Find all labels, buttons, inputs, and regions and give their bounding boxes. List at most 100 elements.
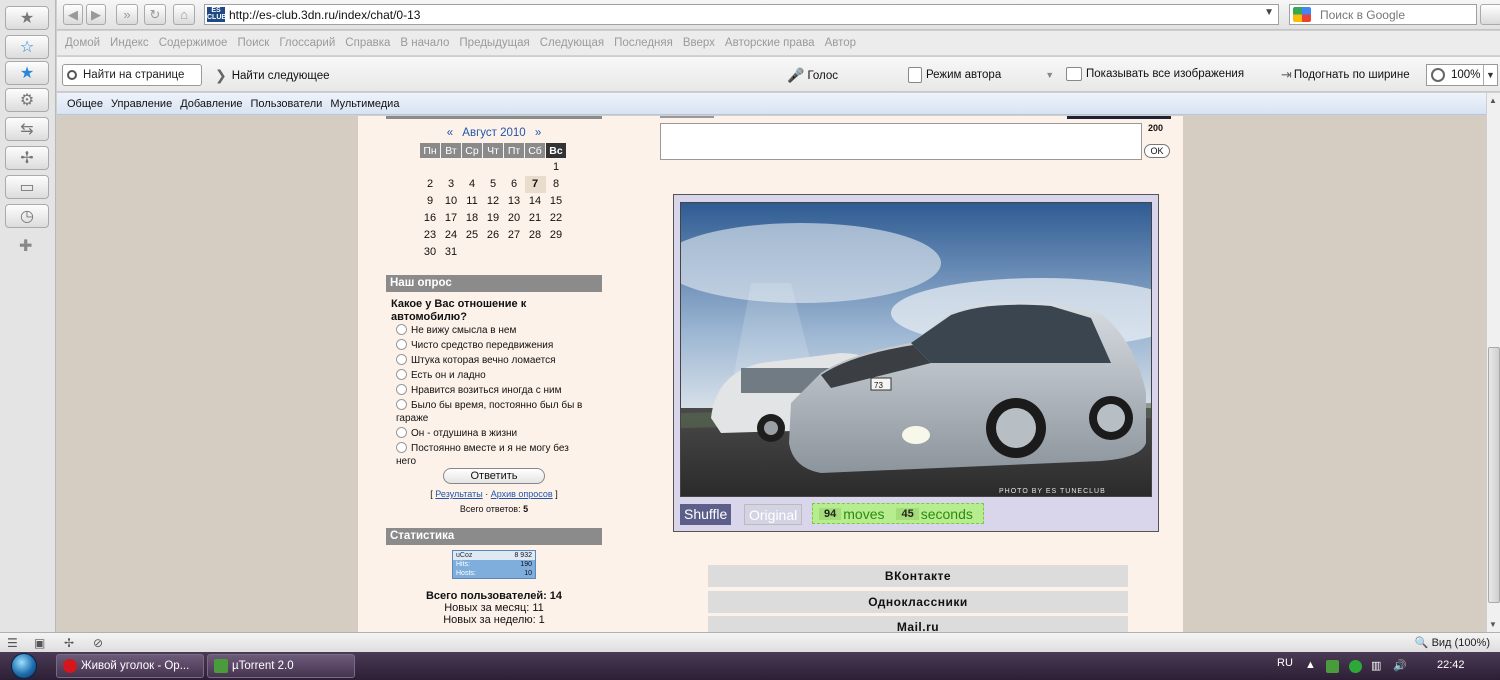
poll-results-link[interactable]: Результаты bbox=[435, 489, 482, 499]
radio-icon[interactable] bbox=[396, 324, 407, 335]
nav-index[interactable]: Индекс bbox=[110, 37, 149, 49]
poll-option[interactable]: Не вижу смысла в нем bbox=[396, 324, 596, 337]
scroll-up-icon[interactable]: ▲ bbox=[1489, 96, 1497, 105]
calendar-day[interactable]: 1 bbox=[546, 159, 567, 176]
radio-icon[interactable] bbox=[396, 369, 407, 380]
address-field[interactable]: ES CLUB http://es-club.3dn.ru/index/chat… bbox=[204, 4, 1279, 25]
nav-help[interactable]: Справка bbox=[345, 37, 390, 49]
nav-up[interactable]: Вверх bbox=[683, 37, 715, 49]
nav-copyright[interactable]: Авторские права bbox=[725, 37, 815, 49]
radio-icon[interactable] bbox=[396, 399, 407, 410]
calendar-day[interactable]: 22 bbox=[546, 210, 567, 227]
forward-icon[interactable]: ▶ bbox=[86, 4, 106, 25]
nav-last[interactable]: Последняя bbox=[614, 37, 673, 49]
unite-icon[interactable]: ✢ bbox=[5, 146, 49, 170]
nav-home[interactable]: Домой bbox=[65, 37, 100, 49]
social-mailru-button[interactable]: Mail.ru bbox=[708, 616, 1128, 632]
calendar-day[interactable]: 24 bbox=[441, 227, 462, 244]
puzzle-photo[interactable]: 73 PHOTO BY ES TUNECLUB bbox=[680, 202, 1152, 497]
calendar-day[interactable]: 2 bbox=[420, 176, 441, 193]
url-text[interactable]: http://es-club.3dn.ru/index/chat/0-13 bbox=[229, 8, 420, 22]
chevron-down-icon[interactable]: ▼ bbox=[1264, 7, 1274, 18]
radio-icon[interactable] bbox=[396, 339, 407, 350]
radio-icon[interactable] bbox=[396, 427, 407, 438]
vertical-scrollbar[interactable]: ▲ ▼ bbox=[1486, 93, 1500, 632]
menu-users[interactable]: Пользователи bbox=[251, 98, 323, 110]
calendar-day[interactable]: 28 bbox=[525, 227, 546, 244]
bookmarks-icon[interactable]: ☆ bbox=[5, 35, 49, 59]
calendar-day[interactable]: 29 bbox=[546, 227, 567, 244]
start-button[interactable] bbox=[4, 652, 44, 680]
network-icon[interactable]: ▥ bbox=[1371, 659, 1381, 672]
antivirus-tray-icon[interactable] bbox=[1349, 660, 1362, 673]
calendar-day[interactable]: 9 bbox=[420, 193, 441, 210]
calendar-day[interactable]: 26 bbox=[483, 227, 504, 244]
radio-icon[interactable] bbox=[396, 354, 407, 365]
find-input[interactable]: Найти на странице bbox=[62, 64, 202, 86]
nav-author[interactable]: Автор bbox=[825, 37, 856, 49]
chevron-down-icon[interactable]: ▼ bbox=[1045, 70, 1054, 80]
gear-icon[interactable]: ⚙ bbox=[5, 88, 49, 112]
back-icon[interactable]: ◀ bbox=[63, 4, 83, 25]
poll-option[interactable]: Он - отдушина в жизни bbox=[396, 427, 596, 440]
history-icon[interactable]: ◷ bbox=[5, 204, 49, 228]
clock[interactable]: 22:42 bbox=[1437, 659, 1465, 671]
calendar-day[interactable]: 7 bbox=[524, 175, 546, 193]
panel-toggle-icon[interactable]: ☰ bbox=[7, 636, 18, 650]
vote-button[interactable]: Ответить bbox=[443, 468, 545, 484]
calendar-day[interactable]: 8 bbox=[546, 176, 567, 193]
scroll-down-icon[interactable]: ▼ bbox=[1489, 620, 1497, 629]
find-placeholder[interactable]: Найти на странице bbox=[83, 69, 184, 81]
task-utorrent[interactable]: µTorrent 2.0 bbox=[207, 654, 355, 678]
calendar-day[interactable]: 21 bbox=[525, 210, 546, 227]
google-icon[interactable] bbox=[1293, 7, 1311, 22]
calendar-day[interactable]: 5 bbox=[483, 176, 504, 193]
poll-archive-link[interactable]: Архив опросов bbox=[491, 489, 553, 499]
calendar-day[interactable]: 14 bbox=[525, 193, 546, 210]
social-vkontakte-button[interactable]: ВКонтакте bbox=[708, 565, 1128, 587]
calendar-day[interactable]: 30 bbox=[420, 244, 441, 261]
add-panel-icon[interactable]: ✚ bbox=[19, 236, 32, 256]
search-field[interactable]: Поиск в Google bbox=[1289, 4, 1500, 25]
status-zoom[interactable]: 🔍 Вид (100%) bbox=[1415, 636, 1490, 649]
calendar-day[interactable]: 16 bbox=[420, 210, 441, 227]
poll-option[interactable]: Есть он и ладно bbox=[396, 369, 596, 382]
author-mode-button[interactable]: Режим автора ▼ bbox=[908, 67, 1054, 83]
reload-icon[interactable]: ↻ bbox=[144, 4, 166, 25]
social-odnoklassniki-button[interactable]: Одноклассники bbox=[708, 591, 1128, 613]
search-go-button[interactable] bbox=[1480, 4, 1500, 25]
utorrent-tray-icon[interactable] bbox=[1326, 660, 1339, 673]
calendar-day[interactable]: 18 bbox=[462, 210, 483, 227]
zoom-control[interactable]: 100% ▼ bbox=[1426, 64, 1498, 86]
calendar-day[interactable]: 4 bbox=[462, 176, 483, 193]
fast-forward-icon[interactable]: » bbox=[116, 4, 138, 25]
nav-search[interactable]: Поиск bbox=[237, 37, 269, 49]
calendar-day[interactable]: 19 bbox=[483, 210, 504, 227]
calendar-next-link[interactable]: » bbox=[535, 127, 541, 139]
star-icon[interactable]: ★ bbox=[5, 6, 49, 30]
task-opera[interactable]: Живой уголок - Ор... bbox=[56, 654, 204, 678]
chevron-down-icon[interactable]: ▼ bbox=[1483, 65, 1497, 85]
menu-management[interactable]: Управление bbox=[111, 98, 172, 110]
chat-message-input[interactable] bbox=[660, 123, 1142, 160]
poll-option[interactable]: Нравится возиться иногда с ним bbox=[396, 384, 596, 397]
calendar-prev-link[interactable]: « bbox=[447, 127, 453, 139]
menu-general[interactable]: Общее bbox=[67, 98, 103, 110]
notes-icon[interactable]: ▭ bbox=[5, 175, 49, 199]
show-hidden-icons[interactable]: ▲ bbox=[1305, 659, 1316, 671]
nav-contents[interactable]: Содержимое bbox=[159, 37, 228, 49]
calendar-day[interactable]: 23 bbox=[420, 227, 441, 244]
chat-ok-button[interactable]: OK bbox=[1144, 144, 1170, 158]
favorites-icon[interactable]: ★ bbox=[5, 61, 49, 85]
nav-glossary[interactable]: Глоссарий bbox=[279, 37, 335, 49]
search-placeholder[interactable]: Поиск в Google bbox=[1320, 8, 1405, 22]
calendar-day[interactable]: 31 bbox=[441, 244, 462, 261]
calendar-day[interactable]: 20 bbox=[504, 210, 525, 227]
menu-add[interactable]: Добавление bbox=[180, 98, 242, 110]
poll-option[interactable]: Постоянно вместе и я не могу без него bbox=[386, 442, 586, 468]
shuffle-button[interactable]: Shuffle bbox=[680, 504, 732, 525]
tab-view-icon[interactable]: ▣ bbox=[34, 636, 45, 650]
original-button[interactable]: Original bbox=[744, 504, 803, 525]
volume-icon[interactable]: 🔊 bbox=[1393, 659, 1407, 672]
calendar-day[interactable]: 13 bbox=[504, 193, 525, 210]
